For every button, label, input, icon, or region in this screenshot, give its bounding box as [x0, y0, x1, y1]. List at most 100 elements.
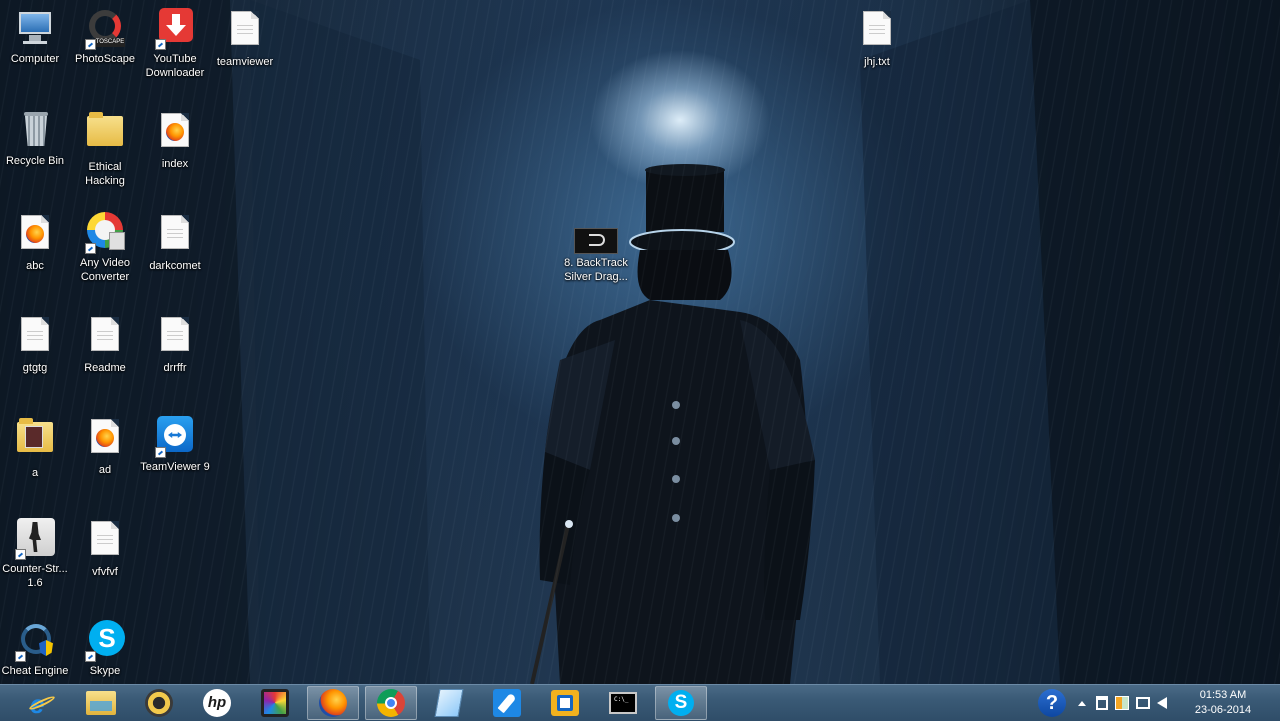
desktop-icon-counter-strike[interactable]: Counter-Str... 1.6: [0, 518, 70, 590]
taskbar-file-explorer[interactable]: [75, 686, 127, 720]
desktop-icon-label: Any Video Converter: [80, 257, 130, 283]
taskbar-media-player[interactable]: [133, 686, 185, 720]
shortcut-arrow-icon: [15, 549, 26, 560]
desktop-icon-readme[interactable]: Readme: [70, 314, 140, 375]
desktop-icon-teamviewer-9[interactable]: TeamViewer 9: [140, 416, 210, 474]
desktop-icon-abc[interactable]: abc: [0, 212, 70, 273]
outlook-icon: [551, 690, 579, 716]
firefox-document-icon: [155, 113, 195, 153]
hp-icon: hp: [203, 689, 231, 717]
text-file-icon: [155, 317, 195, 357]
text-file-icon: [155, 215, 195, 255]
desktop-icon-recycle-bin[interactable]: Recycle Bin: [0, 110, 70, 168]
desktop-icon-cheat-engine[interactable]: Cheat Engine: [0, 620, 70, 678]
text-file-icon: [85, 317, 125, 357]
file-explorer-icon: [86, 691, 116, 715]
text-file-icon: [857, 11, 897, 51]
desktop-icon-gtgtg[interactable]: gtgtg: [0, 314, 70, 375]
desktop-icon-a[interactable]: a: [0, 416, 70, 480]
taskbar: e hp C:\_ S ? 01:53 AM 23-06-2014: [0, 684, 1280, 721]
system-tray: ?: [1038, 685, 1167, 721]
text-file-icon: [85, 521, 125, 561]
taskbar-chrome[interactable]: [365, 686, 417, 720]
clock-date: 23-06-2014: [1194, 704, 1252, 716]
cheat-engine-icon: [15, 620, 55, 662]
network-icon[interactable]: [1136, 697, 1150, 709]
desktop-icon-drrffr[interactable]: drrffr: [140, 314, 210, 375]
desktop-icon-label: gtgtg: [22, 362, 48, 374]
taskbar-skype[interactable]: S: [655, 686, 707, 720]
desktop-icon-darkcomet[interactable]: darkcomet: [140, 212, 210, 273]
any-video-converter-icon: [85, 212, 125, 254]
rocket-app-icon: [493, 689, 521, 717]
teamviewer-icon: [155, 416, 195, 458]
desktop-icon-label: abc: [26, 260, 44, 272]
usb-device-icon[interactable]: [1096, 696, 1108, 710]
counter-strike-icon: [15, 518, 55, 560]
photoscape-icon: TOSCAPE: [85, 8, 125, 50]
taskbar-clock[interactable]: 01:53 AM 23-06-2014: [1188, 688, 1258, 718]
desktop-icon-jhj-txt[interactable]: jhj.txt: [842, 8, 912, 69]
desktop-icon-vfvfvf[interactable]: vfvfvf: [70, 518, 140, 579]
taskbar-notepad[interactable]: [423, 686, 475, 720]
shortcut-arrow-icon: [85, 39, 96, 50]
skype-icon: S: [85, 620, 125, 662]
media-player-icon: [145, 689, 173, 717]
photoscape-icon: [261, 689, 289, 717]
desktop-icon-photoscape[interactable]: TOSCAPE PhotoScape: [70, 8, 140, 66]
desktop-icon-label: PhotoScape: [75, 53, 135, 65]
shortcut-arrow-icon: [85, 651, 96, 662]
volume-icon[interactable]: [1157, 697, 1167, 709]
firefox-document-icon: [85, 419, 125, 459]
desktop-icon-label: Recycle Bin: [5, 155, 65, 167]
shortcut-arrow-icon: [85, 243, 96, 254]
taskbar-hp[interactable]: hp: [191, 686, 243, 720]
desktop-icon-label: Computer: [10, 53, 60, 65]
chrome-icon: [377, 689, 405, 717]
computer-icon: [15, 8, 55, 48]
clock-time: 01:53 AM: [1199, 689, 1247, 701]
desktop-icon-label: 8. BackTrack Silver Drag...: [564, 257, 628, 283]
skype-icon: S: [668, 690, 694, 716]
desktop-icon-youtube-downloader[interactable]: YouTube Downloader: [140, 8, 210, 80]
help-icon[interactable]: ?: [1038, 689, 1066, 717]
notepad-icon: [434, 689, 464, 717]
desktop-icon-label: darkcomet: [149, 260, 201, 272]
text-file-icon: [15, 317, 55, 357]
command-prompt-icon: C:\_: [609, 692, 637, 714]
desktop-icon-backtrack[interactable]: 8. BackTrack Silver Drag...: [561, 212, 631, 284]
desktop-icon-label: ad: [98, 464, 112, 476]
desktop-icon-label: YouTube Downloader: [145, 53, 205, 79]
backtrack-wallpaper-icon: [574, 212, 618, 254]
desktop-icon-skype[interactable]: S Skype: [70, 620, 140, 678]
desktop-icon-label: Cheat Engine: [1, 665, 69, 677]
taskbar-command-prompt[interactable]: C:\_: [597, 686, 649, 720]
taskbar-photoscape[interactable]: [249, 686, 301, 720]
folder-icon: [15, 418, 55, 462]
desktop-icon-label: a: [31, 467, 39, 479]
shortcut-arrow-icon: [155, 447, 166, 458]
recycle-bin-icon: [15, 110, 55, 150]
taskbar-rocket-app[interactable]: [481, 686, 533, 720]
desktop-icon-label: drrffr: [163, 362, 187, 374]
text-file-icon: [225, 11, 265, 51]
desktop-icon-index[interactable]: index: [140, 110, 210, 171]
firefox-document-icon: [15, 215, 55, 255]
desktop-icon-computer[interactable]: Computer: [0, 8, 70, 66]
taskbar-outlook[interactable]: [539, 686, 591, 720]
desktop-icon-label: Readme: [84, 362, 126, 374]
taskbar-firefox[interactable]: [307, 686, 359, 720]
desktop-icon-any-video-converter[interactable]: Any Video Converter: [70, 212, 140, 284]
desktop-icon-label: jhj.txt: [864, 56, 890, 68]
desktop-icon-teamviewer-file[interactable]: teamviewer: [210, 8, 280, 69]
show-hidden-icons-chevron[interactable]: [1078, 700, 1086, 706]
action-center-flag-icon[interactable]: [1115, 696, 1129, 710]
desktop-icon-label: Skype: [89, 665, 121, 677]
desktop-icon-ad[interactable]: ad: [70, 416, 140, 477]
desktop-icon-ethical-hacking[interactable]: Ethical Hacking: [70, 110, 140, 188]
desktop-icon-label: Counter-Str... 1.6: [2, 563, 68, 589]
taskbar-internet-explorer[interactable]: e: [16, 686, 68, 720]
shortcut-arrow-icon: [15, 651, 26, 662]
youtube-downloader-icon: [155, 8, 195, 50]
desktop-icon-label: TeamViewer 9: [140, 461, 210, 473]
